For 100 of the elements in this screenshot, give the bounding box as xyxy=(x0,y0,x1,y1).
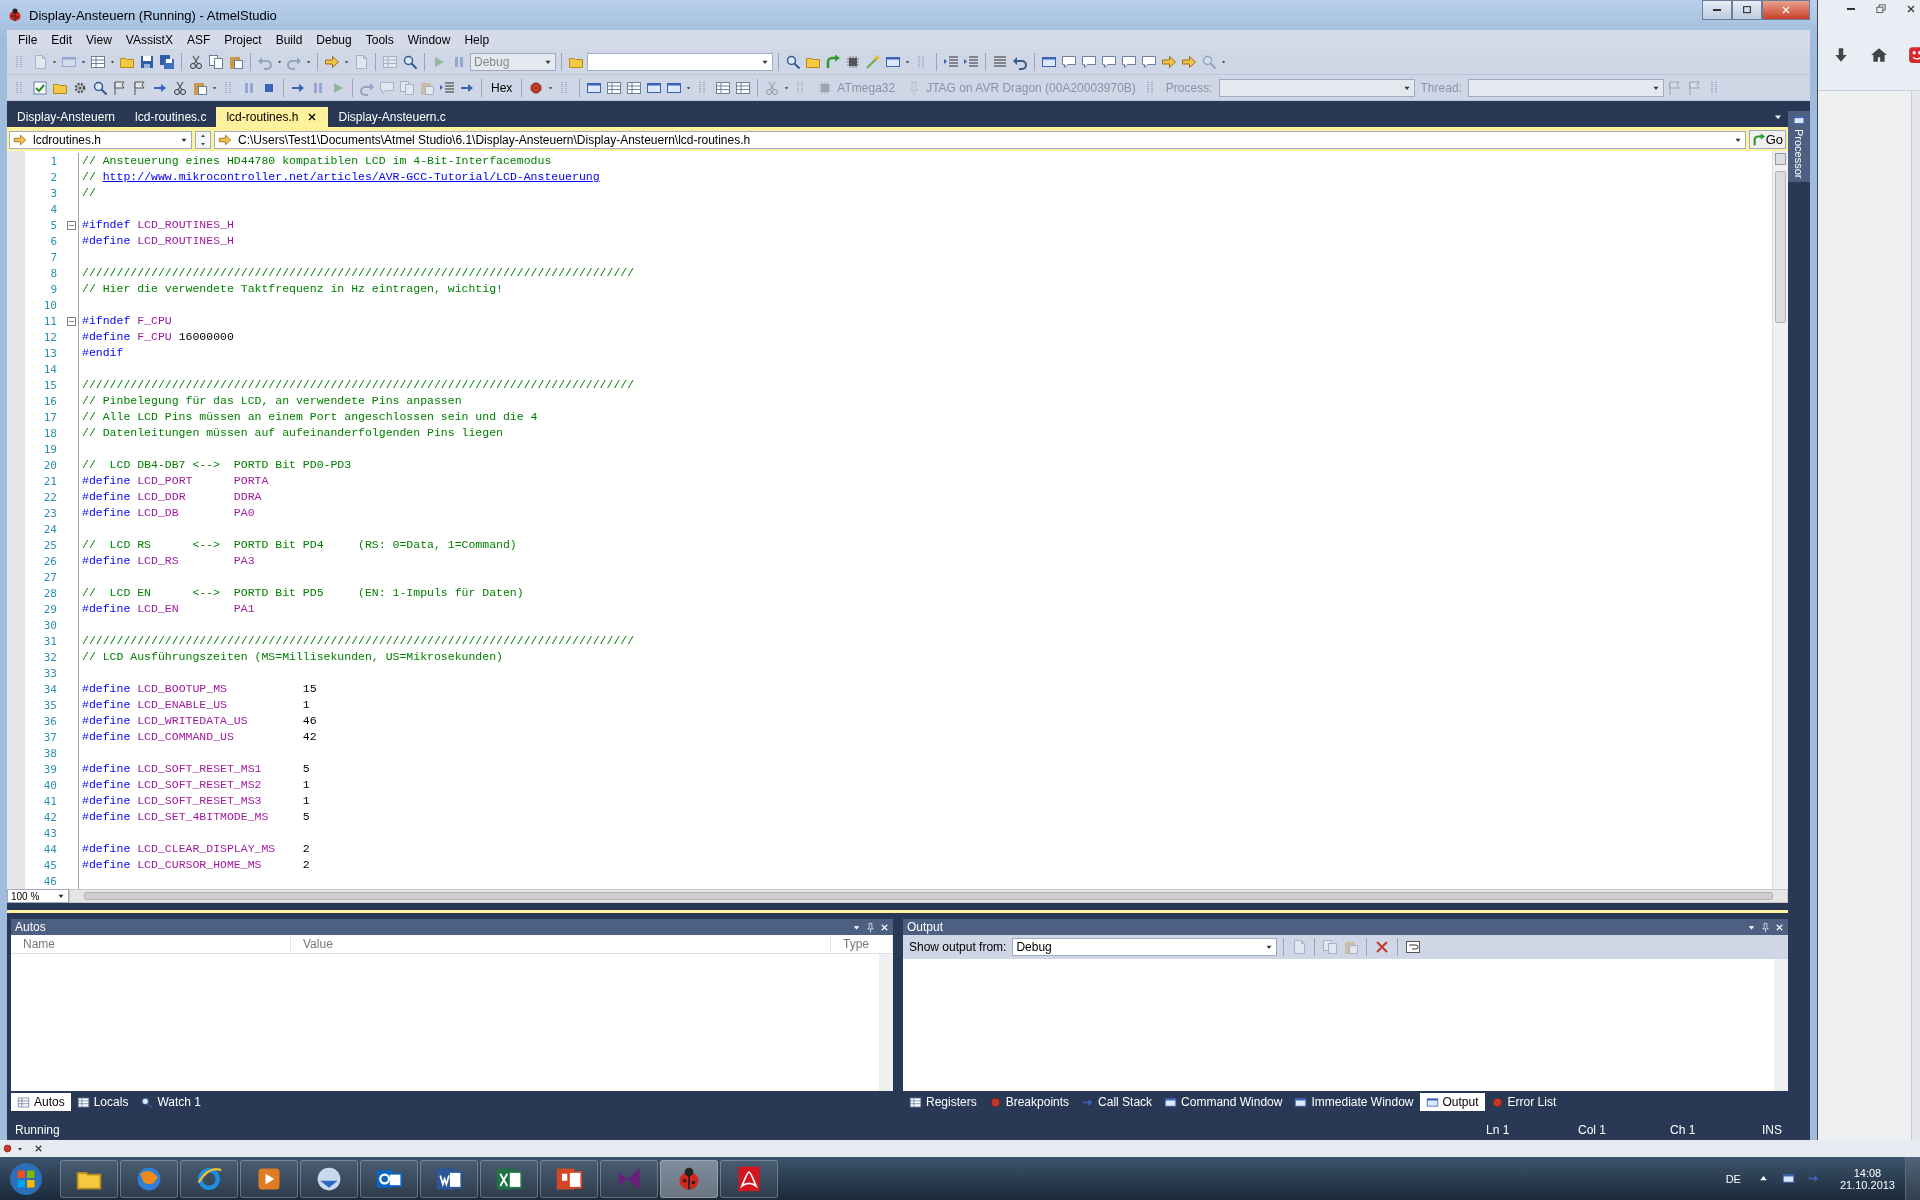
search-icon[interactable] xyxy=(785,53,801,70)
hex-button[interactable]: Hex xyxy=(487,80,517,95)
speech-bubble-icon[interactable] xyxy=(1061,53,1077,70)
scrollbar[interactable] xyxy=(1772,151,1788,889)
save-icon[interactable] xyxy=(139,53,155,70)
word-wrap-icon[interactable] xyxy=(1405,939,1422,955)
indent-icon[interactable] xyxy=(943,53,959,70)
checklist-icon[interactable] xyxy=(32,79,48,96)
zoom-dropdown[interactable]: 100 % xyxy=(7,889,69,903)
save-all-icon[interactable] xyxy=(159,53,175,70)
arrow-icon[interactable] xyxy=(324,53,340,70)
language-indicator[interactable]: DE xyxy=(1725,1172,1741,1185)
panel-tab[interactable]: Output xyxy=(1419,1093,1485,1111)
pin-icon[interactable] xyxy=(865,921,876,933)
panel-tab[interactable]: Error List xyxy=(1484,1093,1563,1111)
taskbar-button[interactable] xyxy=(300,1159,358,1198)
menu-item[interactable]: Debug xyxy=(309,32,359,47)
taskbar-button[interactable] xyxy=(720,1159,778,1198)
scrollbar[interactable] xyxy=(69,889,1788,903)
window-icon[interactable] xyxy=(1781,1172,1795,1185)
lines-icon[interactable] xyxy=(992,53,1008,70)
speech-bubble-icon[interactable] xyxy=(1101,53,1117,70)
table-icon[interactable] xyxy=(715,79,732,96)
flag-icon[interactable] xyxy=(132,79,148,96)
document-tab[interactable]: lcd-routines.h xyxy=(216,107,329,127)
speech-bubble-icon[interactable] xyxy=(1081,53,1097,70)
minimize-button[interactable] xyxy=(1702,0,1732,20)
panel-tab[interactable]: Immediate Window xyxy=(1288,1093,1420,1111)
maximize-button[interactable] xyxy=(1732,0,1762,20)
breakpoint-icon[interactable] xyxy=(2,1143,13,1154)
scroll-thumb[interactable] xyxy=(1775,171,1786,323)
cut-icon[interactable] xyxy=(172,79,188,96)
column-header[interactable]: Value xyxy=(291,937,831,951)
document-tab[interactable]: lcd-routines.c xyxy=(125,107,217,127)
step-arrow-icon[interactable] xyxy=(1806,1172,1820,1185)
taskbar-button[interactable] xyxy=(660,1159,718,1198)
home-icon[interactable] xyxy=(1870,46,1888,64)
find-dropdown[interactable] xyxy=(587,52,773,71)
scrollbar[interactable] xyxy=(879,954,893,1091)
menu-item[interactable]: File xyxy=(11,32,45,47)
taskbar-button[interactable] xyxy=(540,1159,598,1198)
menu-item[interactable]: Tools xyxy=(358,32,401,47)
menu-item[interactable]: Window xyxy=(400,32,458,47)
cut-icon[interactable] xyxy=(188,53,204,70)
scope-dropdown[interactable]: lcdroutines.h xyxy=(9,130,192,149)
breakpoint-icon[interactable] xyxy=(528,79,545,96)
table-icon[interactable] xyxy=(606,79,623,96)
table-icon[interactable] xyxy=(90,53,106,70)
arrow-icon[interactable] xyxy=(1181,53,1197,70)
menu-item[interactable]: ASF xyxy=(179,32,218,47)
table-icon[interactable] xyxy=(735,79,752,96)
clock-time[interactable]: 14:08 xyxy=(1853,1166,1882,1179)
split-handle[interactable] xyxy=(1775,153,1786,165)
clear-icon[interactable] xyxy=(1374,939,1391,955)
taskbar-button[interactable] xyxy=(420,1159,478,1198)
search-icon[interactable] xyxy=(402,53,418,70)
panel-tab[interactable]: Call Stack xyxy=(1075,1093,1159,1111)
table-icon[interactable] xyxy=(626,79,643,96)
pin-icon[interactable] xyxy=(1760,921,1771,933)
panel-tab[interactable]: Watch 1 xyxy=(134,1093,207,1111)
indent-icon[interactable] xyxy=(963,53,979,70)
speech-bubble-icon[interactable] xyxy=(1121,53,1137,70)
taskbar-button[interactable] xyxy=(60,1159,118,1198)
taskbar-button[interactable] xyxy=(360,1159,418,1198)
clock-date[interactable]: 21.10.2013 xyxy=(1839,1178,1895,1191)
column-header[interactable]: Name xyxy=(11,937,291,951)
curved-arrow-icon[interactable] xyxy=(825,53,841,70)
close-icon[interactable] xyxy=(33,1143,44,1154)
speech-bubble-icon[interactable] xyxy=(1141,53,1157,70)
document-tab[interactable]: Display-Ansteuern.c xyxy=(328,107,456,127)
collapse-icon[interactable] xyxy=(67,316,76,326)
taskbar-button[interactable] xyxy=(240,1159,298,1198)
indent-icon[interactable] xyxy=(439,79,455,96)
search-icon[interactable] xyxy=(92,79,108,96)
taskbar-button[interactable] xyxy=(120,1159,178,1198)
panel-tab[interactable]: Breakpoints xyxy=(982,1093,1076,1111)
scrollbar[interactable] xyxy=(1774,959,1788,1091)
menu-item[interactable]: Project xyxy=(217,32,269,47)
output-source-dropdown[interactable]: Debug xyxy=(1012,938,1278,956)
spin-button[interactable] xyxy=(195,130,211,149)
taskbar-button[interactable] xyxy=(180,1159,238,1198)
flag-icon[interactable] xyxy=(112,79,128,96)
collapse-icon[interactable] xyxy=(67,220,76,230)
column-header[interactable]: Type xyxy=(831,937,893,951)
code-link[interactable]: http://www.mikrocontroller.net/articles/AVR-GCC-Tutorial/LCD-Ansteuerung xyxy=(102,170,600,183)
menu-item[interactable]: Help xyxy=(457,32,497,47)
copy-icon[interactable] xyxy=(208,53,224,70)
arrow-icon[interactable] xyxy=(1161,53,1177,70)
side-tab[interactable]: Processor xyxy=(1788,111,1810,182)
menu-item[interactable]: Build xyxy=(268,32,310,47)
document-tab[interactable]: Display-Ansteuern xyxy=(7,107,126,127)
path-dropdown[interactable]: C:\Users\Test1\Documents\Atmel Studio\6.1\Display-Ansteuern\Display-Ansteuern\lcd-routines.h xyxy=(214,130,1746,149)
panel-tab[interactable]: Autos xyxy=(11,1093,71,1111)
taskbar-button[interactable] xyxy=(480,1159,538,1198)
menu-item[interactable]: VAssistX xyxy=(118,32,180,47)
chip-icon[interactable] xyxy=(845,53,861,70)
go-button[interactable]: Go xyxy=(1748,130,1786,149)
panel-tab[interactable]: Command Window xyxy=(1158,1093,1289,1111)
panel-tab[interactable]: Registers xyxy=(903,1093,983,1111)
panel-tab[interactable]: Locals xyxy=(70,1093,135,1111)
